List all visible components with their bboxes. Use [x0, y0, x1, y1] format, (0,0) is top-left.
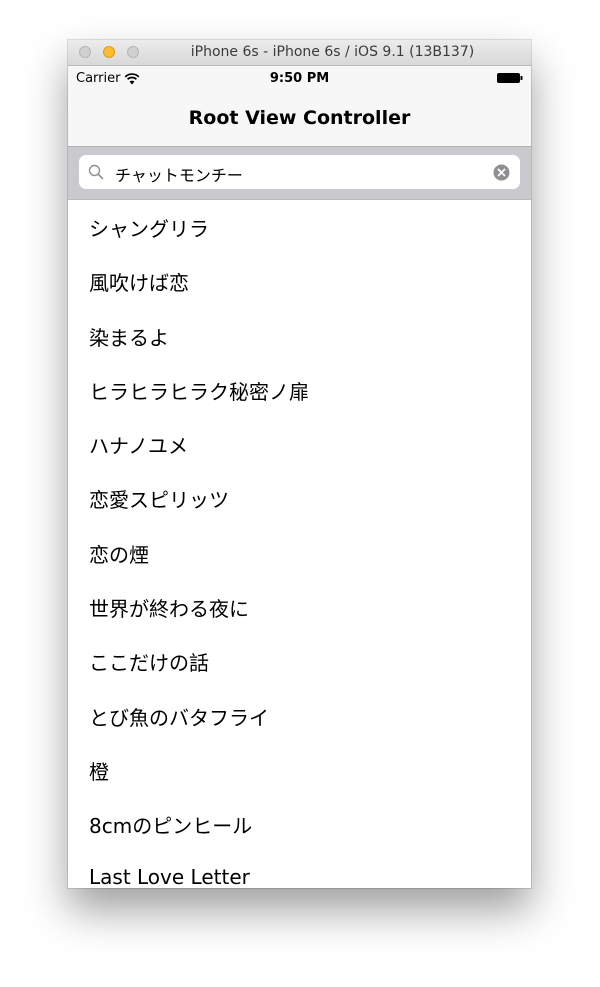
table-row[interactable]: 恋愛スピリッツ — [68, 471, 531, 525]
row-label: ハナノユメ — [89, 434, 188, 459]
table-row[interactable]: 8cmのピンヒール — [68, 797, 531, 851]
row-label: ヒラヒラヒラク秘密ノ扉 — [89, 379, 309, 404]
row-label: 世界が終わる夜に — [89, 597, 249, 622]
row-label: 恋愛スピリッツ — [89, 488, 229, 513]
battery-icon — [497, 73, 523, 83]
table-row[interactable]: 染まるよ — [68, 309, 531, 363]
status-time: 9:50 PM — [269, 71, 330, 86]
row-label: 恋の煙 — [89, 542, 149, 567]
navigation-bar: Root View Controller — [68, 90, 531, 147]
table-row[interactable]: ヒラヒラヒラク秘密ノ扉 — [68, 363, 531, 417]
table-row[interactable]: ハナノユメ — [68, 417, 531, 471]
search-text: チャットモンチー — [115, 166, 243, 185]
row-label: 風吹けば恋 — [89, 271, 189, 296]
row-label: とび魚のバタフライ — [89, 705, 269, 730]
simulator-window: iPhone 6s - iPhone 6s / iOS 9.1 (13B137)… — [68, 40, 531, 888]
row-label: Last Love Letter — [89, 864, 250, 888]
clear-icon[interactable] — [493, 164, 510, 181]
row-label: 橙 — [89, 759, 109, 784]
table-row[interactable]: Last Love Letter — [68, 852, 531, 888]
table-row[interactable]: 風吹けば恋 — [68, 254, 531, 308]
desktop: iPhone 6s - iPhone 6s / iOS 9.1 (13B137)… — [0, 0, 600, 987]
search-input[interactable]: チャットモンチー — [79, 155, 520, 189]
table-row[interactable]: 恋の煙 — [68, 526, 531, 580]
table-row[interactable]: 橙 — [68, 743, 531, 797]
table-row[interactable]: ここだけの話 — [68, 634, 531, 688]
row-label: ここだけの話 — [89, 651, 209, 676]
table-row[interactable]: 世界が終わる夜に — [68, 580, 531, 634]
status-bar: Carrier 9:50 PM — [68, 66, 531, 90]
window-title: iPhone 6s - iPhone 6s / iOS 9.1 (13B137) — [190, 44, 475, 60]
table-row[interactable]: シャングリラ — [68, 200, 531, 254]
row-label: 染まるよ — [89, 325, 169, 350]
nav-title: Root View Controller — [188, 107, 411, 129]
results-table[interactable]: シャングリラ 風吹けば恋 染まるよ ヒラヒラヒラク秘密ノ扉 ハナノユメ 恋愛スピ… — [68, 200, 531, 888]
search-bar: チャットモンチー — [68, 147, 531, 200]
table-row[interactable]: とび魚のバタフライ — [68, 689, 531, 743]
row-label: 8cmのピンヒール — [89, 814, 253, 839]
search-icon — [88, 164, 104, 180]
row-label: シャングリラ — [89, 217, 209, 241]
window-titlebar[interactable]: iPhone 6s - iPhone 6s / iOS 9.1 (13B137) — [68, 40, 531, 66]
